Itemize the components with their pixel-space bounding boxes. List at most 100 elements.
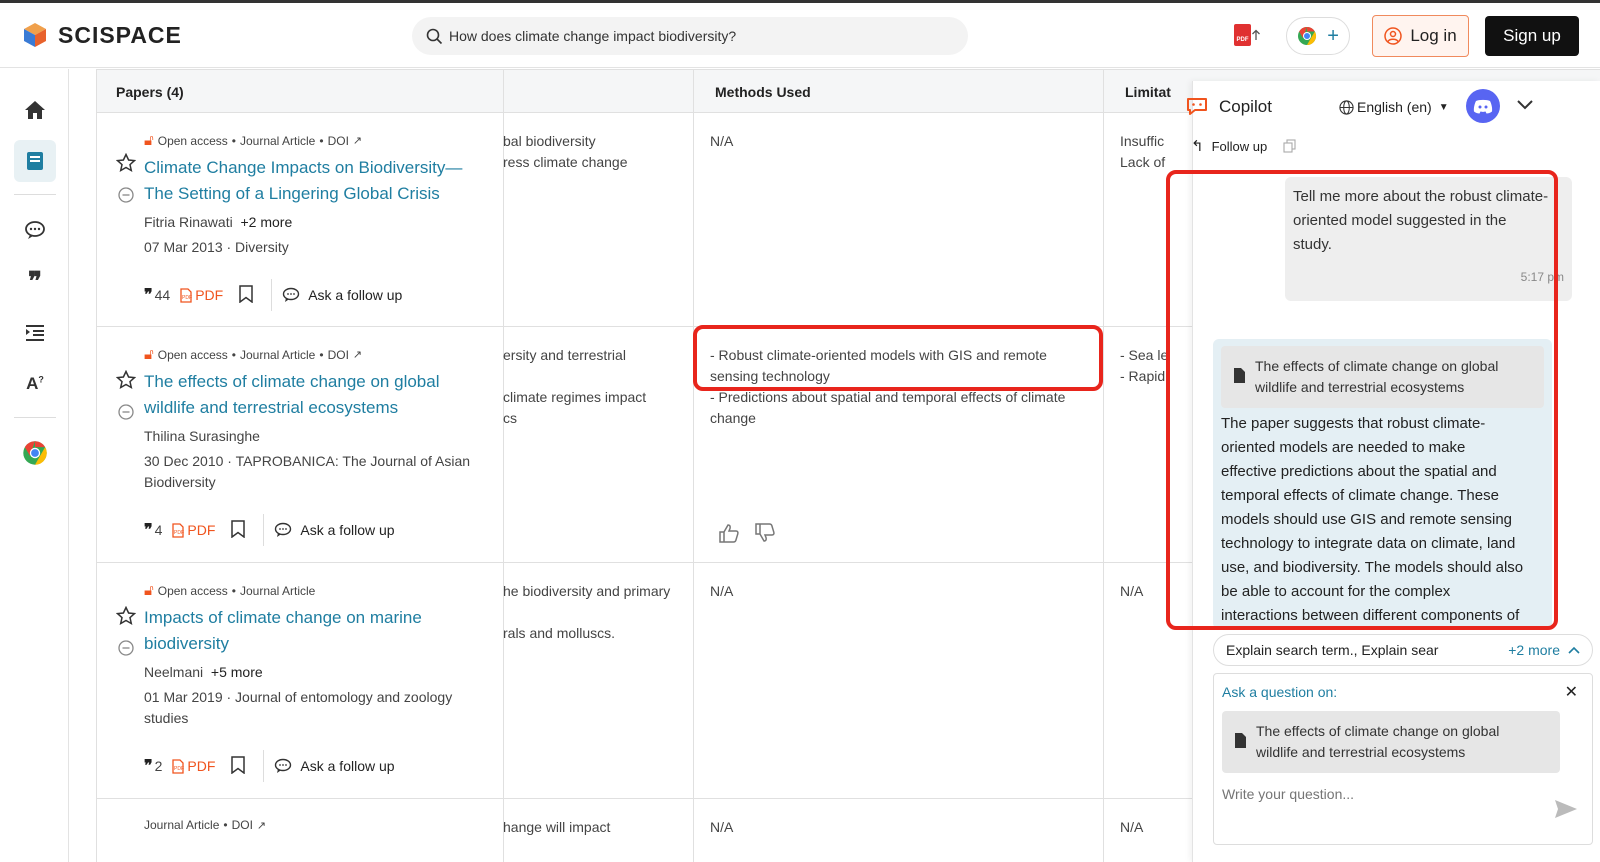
external-link-icon: ↗ — [352, 135, 363, 147]
methods-cell: N/A — [710, 133, 734, 149]
paper-title-link[interactable]: Impacts of climate change on marine biodi… — [144, 605, 484, 657]
brand-logo[interactable]: SCISPACE — [22, 21, 182, 49]
doi-link[interactable]: DOI — [328, 348, 349, 362]
paper-actions: ❞ 2 PDF PDF Ask a follow up — [144, 750, 395, 782]
bookmark-icon[interactable] — [239, 284, 253, 306]
home-icon[interactable] — [14, 89, 56, 131]
table-row: 🔓︎ Open access • Journal Article • DOI ↗… — [96, 113, 503, 326]
methods-cell: N/A — [710, 819, 734, 835]
remove-circle-icon[interactable] — [118, 640, 134, 661]
login-label: Log in — [1410, 26, 1457, 45]
selected-paper: The effects of climate change on global w… — [1222, 711, 1560, 773]
send-icon[interactable] — [1554, 799, 1578, 819]
highlight-box — [693, 325, 1103, 391]
more-authors-link[interactable]: +2 more — [240, 214, 292, 230]
user-icon — [1384, 27, 1403, 45]
chrome-extension-icon[interactable] — [14, 432, 56, 474]
open-access-icon: 🔓︎ — [144, 132, 154, 149]
bookmark-icon[interactable] — [231, 519, 246, 541]
caret-down-icon: ▼ — [1438, 101, 1449, 113]
paper-meta: 🔓︎ Open access • Journal Article • DOI ↗ — [144, 346, 363, 363]
close-icon[interactable]: ✕ — [1565, 682, 1578, 702]
access-label: Open access — [157, 347, 228, 362]
paper-title-link[interactable]: Climate Change Impacts on Biodiversity— T… — [144, 155, 484, 207]
search-query: How does climate change impact biodivers… — [449, 28, 737, 44]
highlight-box — [1166, 170, 1558, 630]
bookmark-icon[interactable] — [231, 755, 246, 777]
type-label: Journal Article — [144, 818, 220, 832]
pdf-link[interactable]: PDF PDF — [172, 522, 215, 538]
upload-pdf-button[interactable]: PDF — [1234, 24, 1261, 46]
ask-follow-up-button[interactable]: Ask a follow up — [282, 287, 402, 303]
star-icon[interactable] — [115, 605, 137, 631]
remove-circle-icon[interactable] — [118, 404, 134, 425]
chevron-up-icon[interactable] — [1568, 646, 1580, 654]
column-divider — [693, 69, 694, 862]
limitations-column-header[interactable]: Limitat — [1125, 70, 1171, 114]
paper-authors: Neelmani +5 more — [144, 664, 263, 680]
scispace-logo-icon — [24, 23, 46, 47]
paper-actions: ❞ 4 PDF PDF Ask a follow up — [144, 514, 395, 546]
table-row: Journal Article • DOI ↗ — [96, 799, 503, 862]
more-suggestions-link[interactable]: +2 more — [1508, 642, 1560, 658]
star-icon[interactable] — [115, 152, 137, 178]
citation-count: 44 — [154, 287, 171, 303]
citations-quote-icon: ❞ — [144, 758, 153, 775]
reply-arrow-icon: ↰ — [1191, 138, 1204, 155]
doi-link[interactable]: DOI — [328, 134, 349, 148]
search-icon — [426, 28, 443, 44]
suggestion-text: Explain search term., Explain sear — [1226, 642, 1439, 658]
limitations-cell: - Sea le - Rapid — [1120, 347, 1169, 384]
svg-text:PDF: PDF — [174, 766, 184, 772]
search-bar[interactable]: How does climate change impact biodivers… — [412, 17, 968, 55]
table-row: 🔓︎ Open access • Journal Article • DOI ↗… — [96, 327, 503, 562]
login-button[interactable]: Log in — [1372, 15, 1469, 57]
ai-detector-icon[interactable]: A? — [14, 363, 56, 405]
thumbs-up-icon[interactable] — [718, 523, 740, 548]
document-icon — [1235, 733, 1246, 748]
methods-column-header[interactable]: Methods Used — [715, 70, 811, 114]
thumbs-down-icon[interactable] — [754, 523, 776, 548]
copy-icon[interactable] — [1283, 139, 1296, 153]
sidebar-divider — [14, 417, 56, 418]
chevron-down-icon[interactable] — [1516, 99, 1534, 111]
suggestions-chip[interactable]: Explain search term., Explain sear +2 mo… — [1213, 634, 1593, 666]
pdf-link[interactable]: PDF PDF — [180, 287, 223, 303]
arrow-up-icon — [1252, 29, 1260, 40]
paper-date-journal: 07 Mar 2013 · Diversity — [144, 239, 289, 255]
pdf-icon: PDF — [180, 287, 192, 303]
star-icon[interactable] — [115, 369, 137, 395]
signup-button[interactable]: Sign up — [1485, 16, 1579, 56]
remove-circle-icon[interactable] — [118, 187, 134, 208]
discord-icon[interactable] — [1466, 89, 1500, 123]
ask-question-box: Ask a question on: ✕ The effects of clim… — [1213, 673, 1593, 845]
paper-authors: Fitria Rinawati +2 more — [144, 214, 293, 230]
more-authors-link[interactable]: +5 more — [211, 664, 263, 680]
column-divider — [503, 69, 504, 862]
follow-up-bar[interactable]: ↰ Follow up — [1191, 132, 1600, 160]
open-access-icon: 🔓︎ — [144, 346, 154, 363]
citation-count: 4 — [154, 522, 163, 538]
chat-icon[interactable] — [14, 209, 56, 251]
paraphrase-list-icon[interactable] — [14, 312, 56, 354]
svg-text:PDF: PDF — [182, 295, 192, 301]
paper-date-journal: 30 Dec 2010 · TAPROBANICA: The Journal o… — [144, 453, 471, 490]
ask-follow-up-button[interactable]: Ask a follow up — [274, 758, 395, 774]
table-row: 🔓︎ Open access • Journal Article Impacts… — [96, 563, 503, 798]
svg-text:PDF: PDF — [174, 530, 184, 536]
question-input[interactable] — [1222, 782, 1522, 806]
ask-question-label: Ask a question on: — [1222, 684, 1338, 700]
ask-follow-up-button[interactable]: Ask a follow up — [274, 522, 395, 538]
doi-link[interactable]: DOI — [232, 818, 253, 832]
library-icon[interactable] — [14, 140, 56, 182]
access-label: Open access — [157, 583, 228, 598]
copilot-title: Copilot — [1219, 97, 1272, 116]
paper-authors: Thilina Surasinghe — [144, 428, 260, 444]
limitations-cell: N/A — [1120, 819, 1144, 835]
pdf-link[interactable]: PDF PDF — [172, 758, 215, 774]
paper-title-link[interactable]: The effects of climate change on global w… — [144, 369, 484, 421]
language-selector[interactable]: English (en) ▼ — [1339, 99, 1449, 115]
column2-cell: he biodiversity and primary rals and mol… — [503, 583, 671, 641]
add-chrome-extension-button[interactable]: + — [1286, 17, 1350, 55]
citation-quote-icon[interactable]: ❞ — [14, 260, 56, 302]
